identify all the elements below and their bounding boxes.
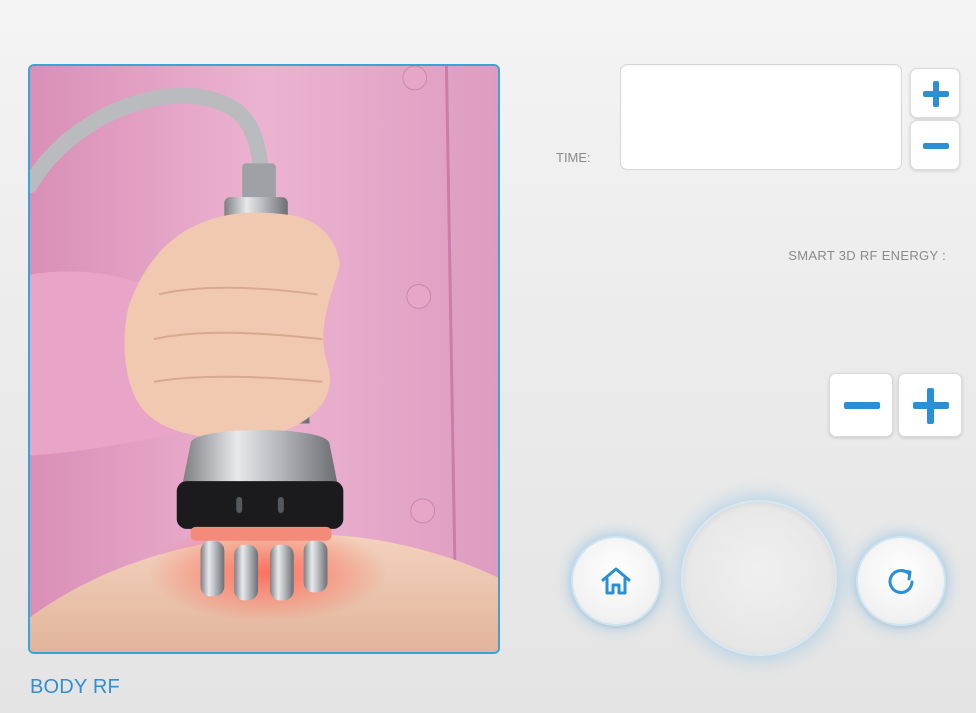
time-display [620,64,902,170]
home-icon [601,567,631,595]
energy-decrease-button[interactable] [829,373,893,437]
mode-caption: BODY RF [30,676,120,698]
rf-handpiece-illustration [30,66,498,652]
energy-increase-button[interactable] [898,373,962,437]
time-decrease-button[interactable] [910,120,960,170]
start-button[interactable] [683,502,835,654]
home-button[interactable] [573,538,659,624]
treatment-photo [28,64,500,654]
reset-button[interactable] [858,538,944,624]
refresh-icon [888,569,914,594]
time-label: TIME: [556,150,591,165]
energy-label: SMART 3D RF ENERGY : [788,248,946,263]
time-increase-button[interactable] [910,68,960,118]
